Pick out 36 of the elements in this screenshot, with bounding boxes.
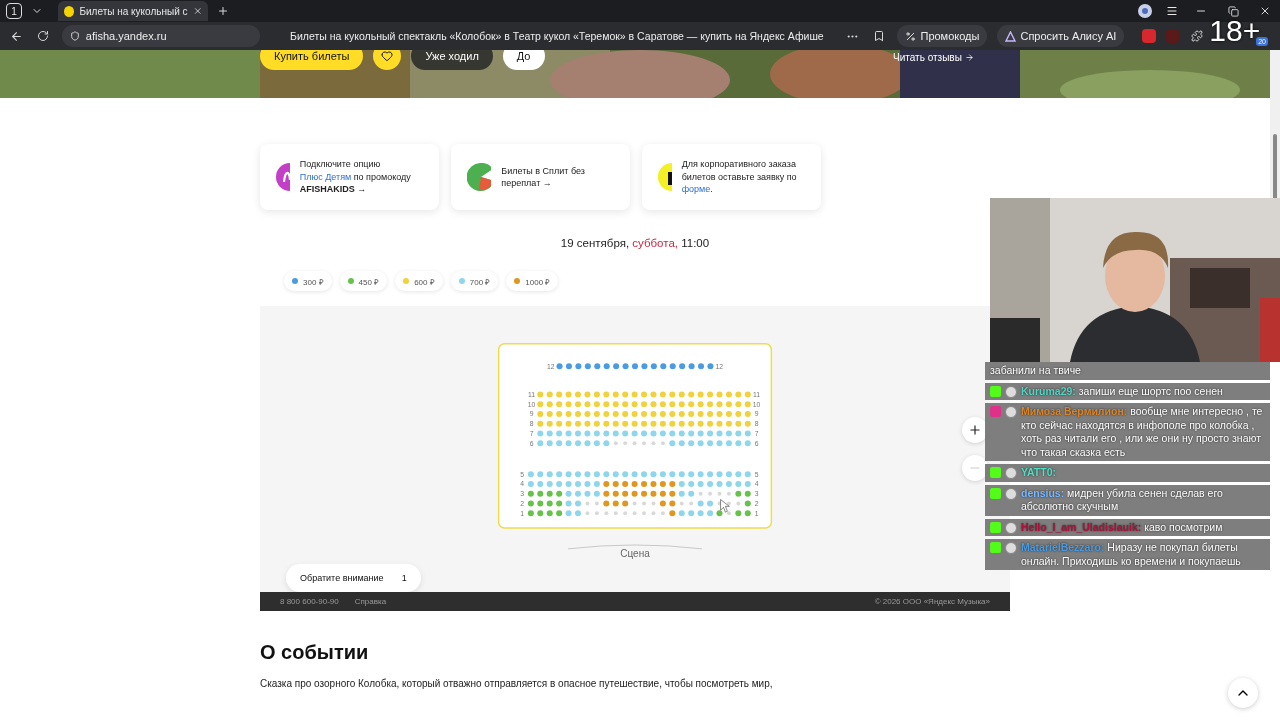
copyright: © 2026 ООО «Яндекс Музыка»: [874, 596, 990, 606]
promo-text: Для корпоративного заказа билетов оставьте заявку по форме.: [681, 158, 798, 196]
promo-text: Подключите опцию Плюс Детям по промокоду AFISHAKIDS →: [299, 158, 412, 196]
promo-link[interactable]: Плюс Детям: [299, 171, 352, 182]
stage-label: Сцена: [620, 547, 650, 559]
discount-button[interactable]: До: [502, 50, 545, 70]
promo-codes-button[interactable]: Промокоды: [897, 25, 988, 47]
message-text: densius: мидрен убила сенен сделав его абсолютно скучным: [1021, 486, 1224, 514]
message-text: Мимоза Вермилион: вообще мне интересно , те кто сейчас находятся в инфополе про колобка , хоть раз читали его , или же они ну просто знают что такая сказка есть: [1021, 405, 1264, 459]
promo-text: Билеты в Сплит без переплат →: [501, 164, 586, 190]
help-link[interactable]: Справка: [354, 596, 387, 606]
message-text: Hello_I_am_Uladislauik: каво посмотрим: [1021, 520, 1223, 534]
price-filter[interactable]: 600 ₽: [395, 271, 443, 291]
browser-tab[interactable]: Билеты на кукольный с: [58, 1, 208, 21]
price-filter[interactable]: 1000 ₽: [506, 271, 559, 291]
visited-button[interactable]: Уже ходил: [411, 50, 493, 70]
phone-number: 8 800 600-90-90: [280, 596, 339, 606]
message-text: Kuruma29: запиши еще шортс поо сенен: [1021, 384, 1223, 398]
promo-card[interactable]: Для корпоративного заказа билетов оставьте заявку по форме.: [642, 144, 821, 210]
promo-card[interactable]: Подключите опцию Плюс Детям по промокоду AFISHAKIDS →: [260, 144, 439, 210]
description: Сказка про озорного Колобка, который отважно отправляется в опасное путешествие, чтобы посмотреть мир,: [260, 678, 774, 689]
tab-counter[interactable]: 1: [6, 3, 22, 19]
message-text: YATT0:: [1021, 466, 1056, 480]
page-title: Билеты на кукольный спектакль «Колобок» в Театр кукол «Теремок» в Саратове — купить на Яндекс Афише: [290, 30, 824, 42]
notice-button[interactable]: Обратите внимание 1: [286, 563, 421, 592]
buy-tickets-button[interactable]: Купить билеты: [260, 50, 364, 70]
section-heading: О событии: [260, 641, 370, 664]
price-filter[interactable]: 300 ₽: [284, 271, 332, 291]
address-field[interactable]: afisha.yandex.ru: [61, 25, 261, 47]
price-filter[interactable]: 700 ₽: [450, 271, 499, 291]
message-text: MatarielBezzaro: Ниразу не покупал билеты онлайн. Приходишь ко времени и покупаешь: [1021, 541, 1242, 568]
message-text: забанили на твиче: [990, 364, 1081, 378]
promo-card[interactable]: Билеты в Сплит без переплат →: [451, 144, 630, 210]
event-date: 19 сентября, суббота, 11:00: [559, 237, 711, 251]
ask-assistant-button[interactable]: Спросить Алису AI: [997, 25, 1125, 47]
price-filter[interactable]: 450 ₽: [339, 271, 388, 291]
